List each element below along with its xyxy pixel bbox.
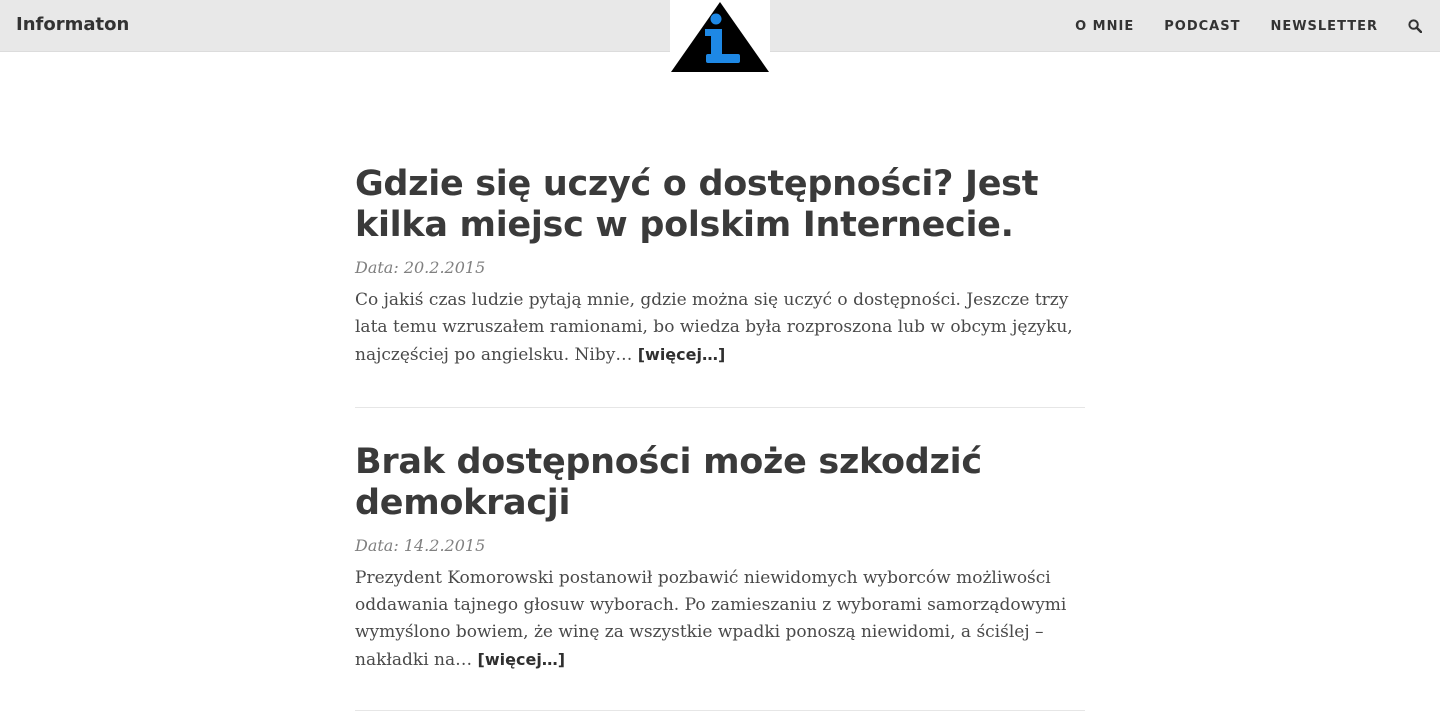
post-title-link[interactable]: Gdzie się uczyć o dostępności? Jest kilk… xyxy=(355,164,1038,245)
search-icon[interactable] xyxy=(1408,19,1422,33)
post-item: Gdzie się uczyć o dostępności? Jest kilk… xyxy=(355,164,1085,408)
post-list: Gdzie się uczyć o dostępności? Jest kilk… xyxy=(355,164,1085,711)
post-date: Data: 14.2.2015 xyxy=(355,536,486,555)
post-title-link[interactable]: Brak dostępności może szkodzić demokracj… xyxy=(355,442,982,523)
read-more-link[interactable]: [więcej…] xyxy=(638,345,726,364)
post-item: Brak dostępności może szkodzić demokracj… xyxy=(355,408,1085,711)
top-bar: Informaton O MNIE PODCAST NEWSLETTER xyxy=(0,0,1440,73)
post-excerpt: Co jakiś czas ludzie pytają mnie, gdzie … xyxy=(355,287,1085,369)
post-excerpt-text: Prezydent Komorowski postanowił pozbawić… xyxy=(355,568,1067,670)
site-logo[interactable] xyxy=(670,0,770,73)
post-title: Brak dostępności może szkodzić demokracj… xyxy=(355,442,1085,524)
info-triangle-icon xyxy=(671,2,769,72)
post-date: Data: 20.2.2015 xyxy=(355,258,486,277)
nav-item-newsletter[interactable]: NEWSLETTER xyxy=(1270,19,1378,34)
main-nav: O MNIE PODCAST NEWSLETTER xyxy=(1075,0,1440,52)
post-title: Gdzie się uczyć o dostępności? Jest kilk… xyxy=(355,164,1085,246)
nav-item-podcast[interactable]: PODCAST xyxy=(1164,19,1240,34)
site-brand-link[interactable]: Informaton xyxy=(16,14,129,35)
read-more-link[interactable]: [więcej…] xyxy=(478,650,566,669)
nav-item-o-mnie[interactable]: O MNIE xyxy=(1075,19,1134,34)
post-excerpt: Prezydent Komorowski postanowił pozbawić… xyxy=(355,565,1085,674)
